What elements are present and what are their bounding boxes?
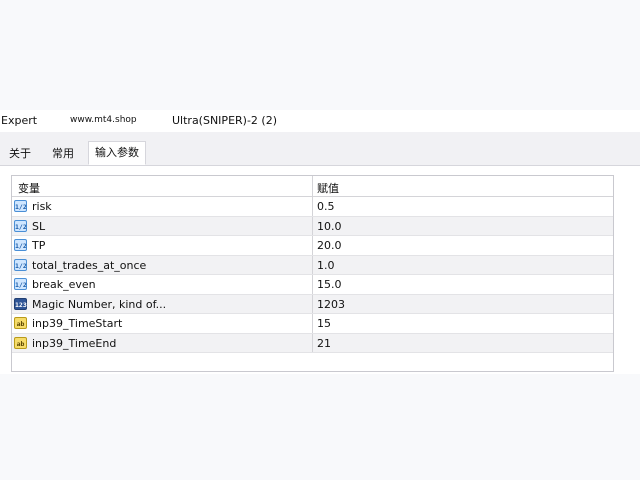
table-header: 变量 赋值 — [12, 176, 613, 197]
expert-name: Ultra(SNIPER)-2 (2) — [172, 114, 277, 127]
double-param-icon: 1/2 — [14, 258, 27, 271]
parameter-name: TP — [32, 239, 46, 252]
header-value[interactable]: 赋值 — [317, 180, 339, 196]
window-label: Expert — [1, 114, 38, 127]
tab-about[interactable]: 关于 — [0, 143, 40, 164]
double-param-icon: 1/2 — [14, 200, 27, 212]
page: Expert www.mt4.shop Ultra(SNIPER)-2 (2) … — [0, 0, 640, 480]
table-row[interactable]: 1/2 SL 10.0 — [12, 216, 613, 236]
cell-separator — [312, 314, 313, 333]
table-row[interactable]: ab inp39_TimeStart 15 — [12, 314, 613, 334]
parameter-value[interactable]: 21 — [317, 337, 331, 350]
parameter-value[interactable]: 15.0 — [317, 278, 342, 291]
inputs-panel: 变量 赋值 1/2 risk 0.5 1/2 SL 10.0 1/2 TP 20.0 1/2 tot… — [0, 166, 640, 374]
bottom-area — [0, 374, 640, 480]
table-row[interactable]: ab inp39_TimeEnd 21 — [12, 333, 613, 353]
string-param-icon: ab — [14, 317, 27, 329]
int-param-icon: 123 — [14, 297, 27, 310]
site-label: www.mt4.shop — [70, 115, 137, 125]
parameter-value[interactable]: 15 — [317, 317, 331, 330]
title-row: Expert www.mt4.shop Ultra(SNIPER)-2 (2) — [0, 110, 640, 132]
cell-separator — [312, 216, 313, 235]
table-row[interactable]: 1/2 TP 20.0 — [12, 236, 613, 256]
parameter-name: inp39_TimeEnd — [32, 336, 117, 350]
cell-separator — [312, 275, 313, 294]
tab-common[interactable]: 常用 — [43, 143, 83, 164]
parameter-value[interactable]: 20.0 — [317, 239, 342, 252]
parameter-name: inp39_TimeStart — [32, 317, 123, 330]
double-param-icon: 1/2 — [14, 219, 27, 232]
parameter-name: risk — [32, 200, 52, 213]
double-param-icon: 1/2 — [14, 278, 27, 290]
cell-separator — [312, 236, 313, 255]
column-separator[interactable] — [312, 176, 313, 196]
table-body: 1/2 risk 0.5 1/2 SL 10.0 1/2 TP 20.0 1/2 total_tra… — [12, 197, 613, 353]
tab-bar: 关于 常用 输入参数 — [0, 132, 640, 166]
parameter-value[interactable]: 10.0 — [317, 220, 342, 233]
table-row[interactable]: 123 Magic Number, kind of... 1203 — [12, 294, 613, 314]
panel-edge — [616, 166, 640, 374]
parameter-value[interactable]: 0.5 — [317, 200, 335, 213]
string-param-icon: ab — [14, 336, 27, 349]
table-row[interactable]: 1/2 risk 0.5 — [12, 197, 613, 217]
parameters-table: 变量 赋值 1/2 risk 0.5 1/2 SL 10.0 1/2 TP 20.0 1/2 tot… — [11, 175, 614, 372]
parameter-value[interactable]: 1203 — [317, 298, 345, 311]
parameter-value[interactable]: 1.0 — [317, 259, 335, 272]
parameter-name: Magic Number, kind of... — [32, 297, 167, 311]
tab-input-parameters[interactable]: 输入参数 — [88, 141, 146, 165]
double-param-icon: 1/2 — [14, 239, 27, 251]
table-row[interactable]: 1/2 total_trades_at_once 1.0 — [12, 255, 613, 275]
cell-separator — [312, 333, 313, 352]
table-row[interactable]: 1/2 break_even 15.0 — [12, 275, 613, 295]
cell-separator — [312, 197, 313, 216]
cell-separator — [312, 294, 313, 313]
parameter-name: total_trades_at_once — [32, 258, 147, 272]
parameter-name: break_even — [32, 278, 96, 291]
cell-separator — [312, 255, 313, 274]
parameter-name: SL — [32, 219, 46, 233]
header-variable[interactable]: 变量 — [18, 180, 40, 196]
